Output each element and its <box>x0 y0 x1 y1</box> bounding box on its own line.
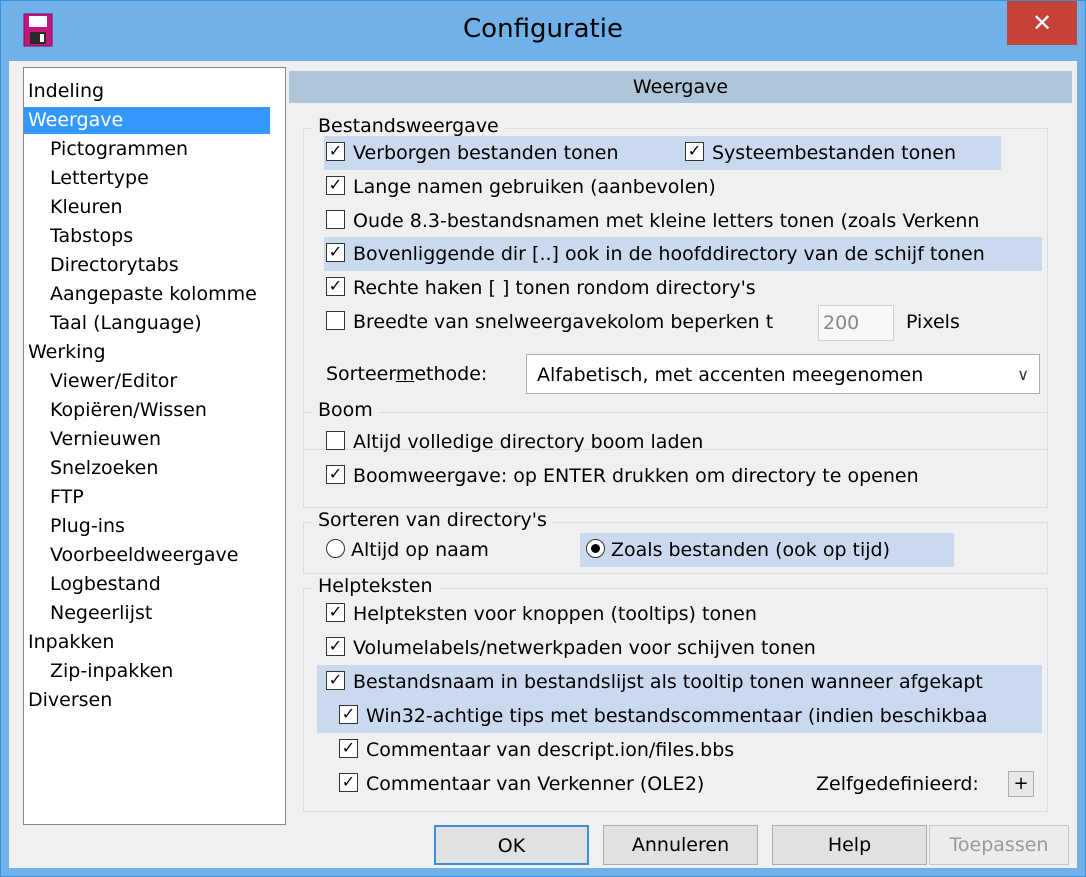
checkbox-volledig[interactable]: Altijd volledige directory boom laden <box>326 425 703 459</box>
checkbox-icon[interactable]: ✓ <box>326 176 345 195</box>
dialog-client: Indeling Weergave Pictogrammen Lettertype Kl… <box>9 61 1077 868</box>
help-button[interactable]: Help <box>772 825 927 865</box>
checkbox-icon[interactable]: ✓ <box>339 773 358 792</box>
tree-item[interactable]: Kopiëren/Wissen <box>50 397 283 424</box>
checkbox-knoppen[interactable]: ✓ Helpteksten voor knoppen (tooltips) ton… <box>326 597 757 631</box>
checkbox-verkenner[interactable]: ✓ Commentaar van Verkenner (OLE2) <box>339 767 704 801</box>
tree-item[interactable]: Directorytabs <box>50 252 283 279</box>
tree-item[interactable]: Lettertype <box>50 165 283 192</box>
tree-item[interactable]: Weergave <box>24 107 270 134</box>
checkbox-rechte-haken[interactable]: ✓ Rechte haken [ ] tonen rondom directory… <box>326 271 756 305</box>
page-title: Weergave <box>289 71 1072 103</box>
checkbox-systeem[interactable]: ✓ Systeembestanden tonen <box>685 136 956 170</box>
tree-item[interactable]: Pictogrammen <box>50 136 283 163</box>
checkbox-icon[interactable]: ✓ <box>326 465 345 484</box>
window-title: Configuratie <box>463 14 623 44</box>
zelfgedefinieerd-label: Zelfgedefinieerd: <box>816 773 979 795</box>
tree-item[interactable]: Diversen <box>28 687 283 714</box>
close-button[interactable]: ✕ <box>1007 1 1077 45</box>
group-title: Helpteksten <box>312 575 439 597</box>
cancel-button[interactable]: Annuleren <box>603 825 758 865</box>
group-sorteren: Sorteren van directory's Altijd op naam … <box>303 509 1048 574</box>
tree-item[interactable]: FTP <box>50 484 283 511</box>
apply-button: Toepassen <box>929 825 1069 865</box>
checkbox-icon[interactable]: ✓ <box>326 603 345 622</box>
radio-icon[interactable] <box>326 539 345 558</box>
tree-item[interactable]: Tabstops <box>50 223 283 250</box>
group-helpteksten: Helpteksten ✓ Helpteksten voor knoppen (t… <box>303 575 1048 812</box>
radio-icon[interactable] <box>586 539 605 558</box>
checkbox-lange-namen[interactable]: ✓ Lange namen gebruiken (aanbevolen) <box>326 170 716 204</box>
checkbox-icon[interactable]: ✓ <box>326 671 345 690</box>
checkbox-icon[interactable]: ✓ <box>685 142 704 161</box>
checkbox-icon[interactable]: ✓ <box>326 637 345 656</box>
checkbox-icon[interactable] <box>326 210 345 229</box>
checkbox-bovenliggende[interactable]: ✓ Bovenliggende dir [..] ook in de hoofdd… <box>324 237 1042 271</box>
tree-item[interactable]: Voorbeeldweergave <box>50 542 283 569</box>
checkbox-icon[interactable] <box>326 311 345 330</box>
checkbox-icon[interactable]: ✓ <box>326 243 345 262</box>
pixels-label: Pixels <box>906 311 960 333</box>
checkbox-breedte[interactable]: Breedte van snelweergavekolom beperken t <box>326 305 816 339</box>
breedte-input[interactable]: 200 <box>818 305 894 341</box>
tree-item[interactable]: Indeling <box>28 78 283 105</box>
checkbox-icon[interactable]: ✓ <box>339 705 358 724</box>
tree-item[interactable]: Aangepaste kolomme <box>50 281 283 308</box>
chevron-down-icon: ∨ <box>1017 365 1029 384</box>
group-boom: Boom Altijd volledige directory boom lad… <box>303 399 1048 508</box>
title-bar[interactable]: Configuratie ✕ <box>1 1 1085 61</box>
tree-item[interactable]: Taal (Language) <box>50 310 283 337</box>
tree-item[interactable]: Viewer/Editor <box>50 368 283 395</box>
group-title: Sorteren van directory's <box>312 509 553 531</box>
category-tree[interactable]: Indeling Weergave Pictogrammen Lettertype Kl… <box>23 67 286 825</box>
checkbox-icon[interactable]: ✓ <box>326 277 345 296</box>
group-bestandsweergave: Bestandsweergave ✓ Verborgen bestanden to… <box>303 115 1048 450</box>
checkbox-icon[interactable]: ✓ <box>326 142 345 161</box>
checkbox-volumelabels[interactable]: ✓ Volumelabels/netwerkpaden voor schijven… <box>326 631 816 665</box>
checkbox-enter[interactable]: ✓ Boomweergave: op ENTER drukken om direc… <box>326 459 919 493</box>
ok-button[interactable]: OK <box>434 825 589 865</box>
radio-naam[interactable]: Altijd op naam <box>326 533 489 567</box>
tree-item[interactable]: Logbestand <box>50 571 283 598</box>
sorteermethode-select[interactable]: Alfabetisch, met accenten meegenomen ∨ <box>526 354 1040 394</box>
tree-item[interactable]: Zip-inpakken <box>50 658 283 685</box>
tree-item[interactable]: Inpakken <box>28 629 283 656</box>
group-title: Bestandsweergave <box>312 115 505 137</box>
tree-item[interactable]: Vernieuwen <box>50 426 283 453</box>
tree-item[interactable]: Kleuren <box>50 194 283 221</box>
checkbox-descript[interactable]: ✓ Commentaar van descript.ion/files.bbs <box>339 733 734 767</box>
tree-item[interactable]: Plug-ins <box>50 513 283 540</box>
checkbox-win32[interactable]: ✓ Win32-achtige tips met bestandscommenta… <box>317 699 1042 733</box>
tree-item[interactable]: Negeerlijst <box>50 600 283 627</box>
config-window: Configuratie ✕ Indeling Weergave Pictogram… <box>0 0 1086 877</box>
checkbox-oude-83[interactable]: Oude 8.3-bestandsnamen met kleine letter… <box>326 204 1038 238</box>
group-title: Boom <box>312 399 379 421</box>
checkbox-bestandsnaam[interactable]: ✓ Bestandsnaam in bestandslijst als toolt… <box>317 665 1042 699</box>
close-icon: ✕ <box>1031 9 1053 37</box>
add-button[interactable]: + <box>1008 771 1034 797</box>
checkbox-icon[interactable] <box>326 431 345 450</box>
tree-item[interactable]: Werking <box>28 339 283 366</box>
checkbox-verborgen[interactable]: ✓ Verborgen bestanden tonen <box>326 136 618 170</box>
radio-bestanden[interactable]: Zoals bestanden (ook op tijd) <box>580 533 954 567</box>
sorteermethode-label: Sorteermethode: <box>326 363 488 385</box>
tree-item[interactable]: Snelzoeken <box>50 455 283 482</box>
checkbox-icon[interactable]: ✓ <box>339 739 358 758</box>
